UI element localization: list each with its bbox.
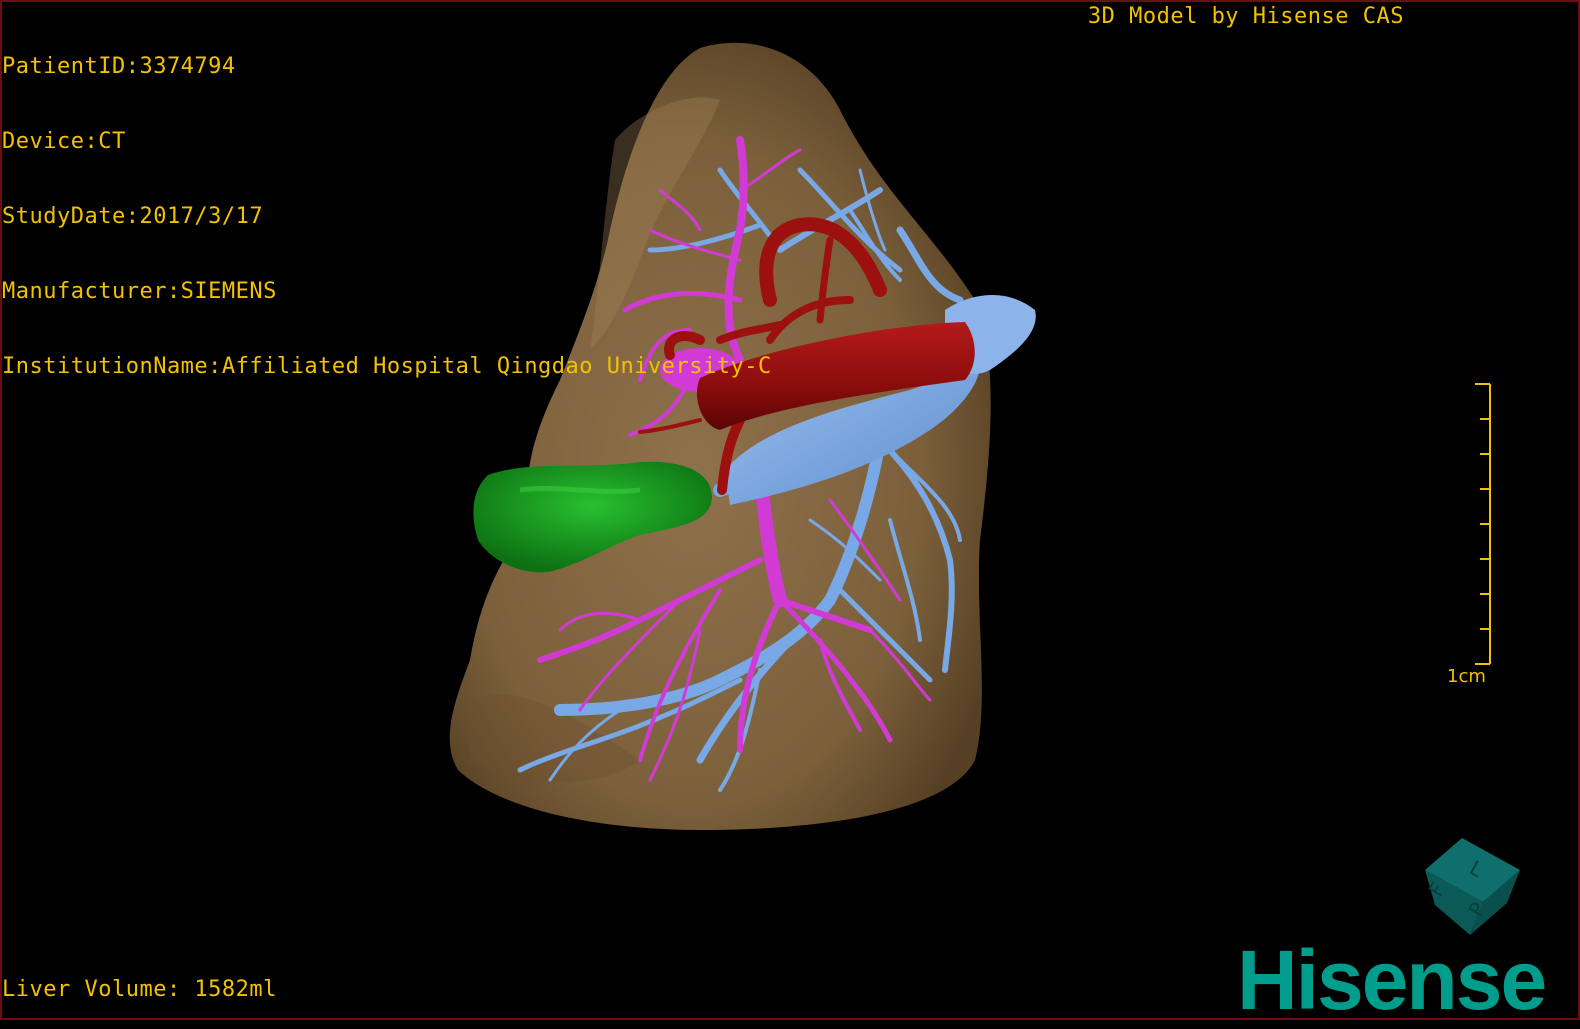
institution-name: InstitutionName:Affiliated Hospital Qing… [2,354,772,379]
scale-bar-label: 1cm [1447,666,1486,687]
manufacturer: Manufacturer:SIEMENS [2,279,277,304]
patient-info-overlay: PatientID:3374794 Device:CT StudyDate:20… [2,4,772,404]
device: Device:CT [2,129,126,154]
liver-volume: Liver Volume: 1582ml [2,977,277,1002]
hisense-logo: Hisense [1237,933,1547,1027]
brand-caption: 3D Model by Hisense CAS [1087,4,1404,29]
study-date: StudyDate:2017/3/17 [2,204,264,229]
patient-id: PatientID:3374794 [2,54,236,79]
